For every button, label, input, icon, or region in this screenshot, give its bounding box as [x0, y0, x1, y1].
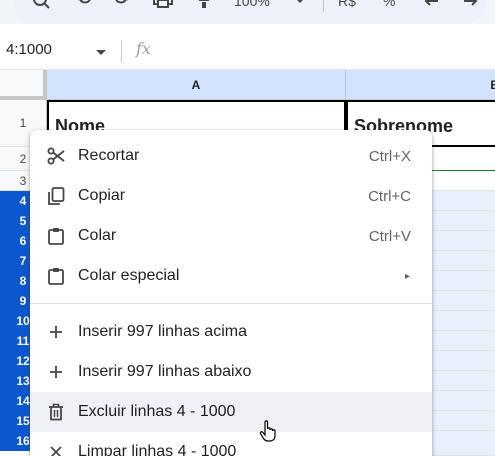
scissors-icon [46, 146, 66, 166]
search-icon[interactable] [32, 0, 52, 12]
close-icon [46, 442, 66, 456]
chevron-down-icon[interactable] [295, 0, 305, 12]
menu-item-paste[interactable]: Colar Ctrl+V [30, 216, 432, 256]
menu-item-label: Copiar [78, 187, 126, 204]
hand-cursor-icon [259, 420, 279, 447]
clipboard-icon [46, 266, 66, 286]
column-header-a[interactable]: A [47, 70, 346, 100]
formula-bar: 4:1000 fx [0, 30, 495, 70]
menu-item-shortcut: Ctrl+C [368, 187, 411, 205]
menu-item-paste-special[interactable]: Colar especial ▸ [30, 256, 432, 296]
plus-icon [46, 322, 66, 342]
trash-icon [46, 402, 66, 422]
menu-item-cut[interactable]: Recortar Ctrl+X [30, 136, 432, 176]
menu-item-clear-rows[interactable]: Limpar linhas 4 - 1000 [30, 432, 432, 456]
redo-icon[interactable] [113, 0, 129, 12]
menu-item-label: Colar [78, 227, 117, 244]
currency-button[interactable]: R$ [338, 0, 356, 9]
decrease-decimal-icon[interactable] [424, 0, 440, 12]
toolbar-divider [323, 0, 324, 12]
menu-item-label: Recortar [78, 147, 140, 164]
submenu-arrow-icon: ▸ [404, 270, 410, 282]
fx-icon: fx [136, 39, 151, 58]
menu-item-label: Excluir linhas 4 - 1000 [78, 403, 236, 420]
menu-item-copy[interactable]: Copiar Ctrl+C [30, 176, 432, 216]
undo-icon[interactable] [77, 0, 93, 12]
menu-item-label: Colar especial [78, 267, 180, 284]
paint-format-icon[interactable] [198, 0, 210, 12]
copy-icon [46, 186, 66, 206]
name-box[interactable]: 4:1000 [6, 41, 52, 58]
increase-decimal-icon[interactable] [462, 0, 478, 12]
toolbar: 100% R$ % [0, 0, 495, 24]
clipboard-icon [46, 226, 66, 246]
percent-button[interactable]: % [383, 0, 395, 9]
menu-item-label: Limpar linhas 4 - 1000 [78, 443, 237, 456]
plus-icon [46, 362, 66, 382]
menu-divider [30, 303, 432, 304]
select-all-corner[interactable] [0, 70, 47, 100]
menu-item-delete-rows[interactable]: Excluir linhas 4 - 1000 [30, 392, 432, 432]
menu-item-insert-rows-below[interactable]: Inserir 997 linhas abaixo [30, 352, 432, 392]
menu-item-label: Inserir 997 linhas abaixo [78, 363, 252, 380]
menu-item-shortcut: Ctrl+X [368, 147, 411, 165]
zoom-select[interactable]: 100% [234, 0, 270, 9]
context-menu: Recortar Ctrl+X Copiar Ctrl+C Colar Ctrl… [30, 130, 432, 456]
formula-bar-divider [121, 40, 122, 62]
chevron-down-icon[interactable] [96, 44, 106, 62]
menu-item-label: Inserir 997 linhas acima [78, 323, 247, 340]
menu-item-insert-rows-above[interactable]: Inserir 997 linhas acima [30, 312, 432, 352]
menu-item-shortcut: Ctrl+V [368, 227, 411, 245]
print-icon[interactable] [152, 0, 174, 12]
column-header-b[interactable]: B [346, 70, 495, 100]
